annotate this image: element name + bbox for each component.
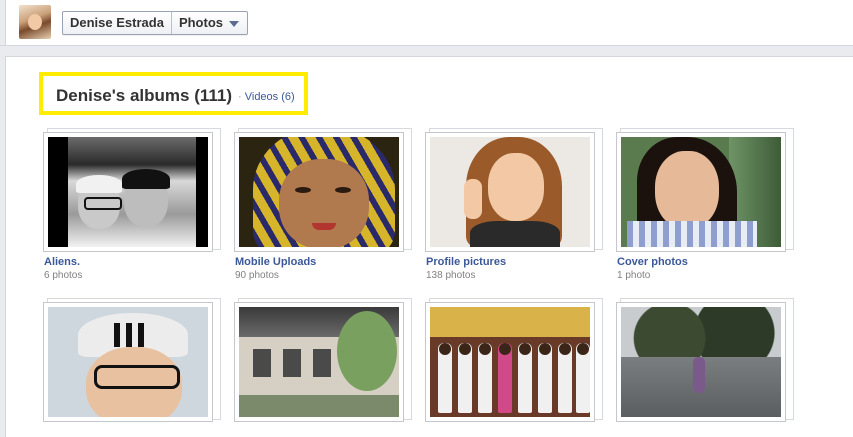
avatar-face xyxy=(28,14,42,30)
album-cover[interactable] xyxy=(425,132,595,252)
album-cover-photo xyxy=(621,307,781,417)
album-photo-count: 138 photos xyxy=(426,270,476,281)
videos-link[interactable]: Videos (6) xyxy=(245,91,295,103)
album-title[interactable]: Aliens. xyxy=(44,256,80,268)
album-photo-count: 90 photos xyxy=(235,270,279,281)
album-cover-photo xyxy=(430,137,590,247)
album-cover[interactable] xyxy=(616,132,786,252)
profile-avatar[interactable] xyxy=(19,5,51,39)
album-photo-count: 6 photos xyxy=(44,270,83,281)
album-tile-row2-2[interactable] xyxy=(234,298,414,422)
album-cover[interactable] xyxy=(43,302,213,422)
album-title[interactable]: Cover photos xyxy=(617,256,688,268)
photos-dropdown-button[interactable]: Photos xyxy=(172,12,247,34)
album-cover-stack[interactable] xyxy=(616,128,794,252)
album-cover[interactable] xyxy=(234,302,404,422)
album-title[interactable]: Profile pictures xyxy=(426,256,506,268)
album-cover[interactable] xyxy=(425,302,595,422)
album-tile-cover-photos[interactable]: Cover photos 1 photo xyxy=(616,128,796,281)
album-cover[interactable] xyxy=(616,302,786,422)
album-cover-photo xyxy=(430,307,590,417)
album-cover-photo xyxy=(48,307,208,417)
album-cover-stack[interactable] xyxy=(425,128,603,252)
album-cover-stack[interactable] xyxy=(43,128,221,252)
album-cover-stack[interactable] xyxy=(234,128,412,252)
title-separator: · xyxy=(238,91,242,103)
album-tile-row2-3[interactable] xyxy=(425,298,605,422)
profile-name-button[interactable]: Denise Estrada xyxy=(63,12,171,34)
albums-title: Denise's albums (111) xyxy=(56,86,233,105)
breadcrumb: Denise Estrada Photos xyxy=(62,11,248,35)
album-cover[interactable] xyxy=(234,132,404,252)
album-tile-row2-1[interactable] xyxy=(43,298,223,422)
photos-dropdown-label: Photos xyxy=(178,15,223,30)
chevron-down-icon xyxy=(229,20,239,27)
album-cover-photo xyxy=(239,307,399,417)
album-cover-stack[interactable] xyxy=(425,298,603,422)
album-tile-row2-4[interactable] xyxy=(616,298,796,422)
top-header-bar: Denise Estrada Photos xyxy=(0,0,853,46)
album-cover-photo xyxy=(239,137,399,247)
album-cover-stack[interactable] xyxy=(616,298,794,422)
album-photo-count: 1 photo xyxy=(617,270,651,281)
album-cover[interactable] xyxy=(43,132,213,252)
album-cover-photo xyxy=(621,137,781,247)
album-tile-aliens[interactable]: Aliens. 6 photos xyxy=(43,128,223,281)
album-cover-stack[interactable] xyxy=(43,298,221,422)
header-left-edge xyxy=(0,0,6,45)
album-tile-profile-pictures[interactable]: Profile pictures 138 photos xyxy=(425,128,605,281)
album-cover-stack[interactable] xyxy=(234,298,412,422)
album-title[interactable]: Mobile Uploads xyxy=(235,256,316,268)
album-cover-photo xyxy=(48,137,208,247)
videos-link-wrap: · Videos (6) xyxy=(238,91,295,103)
album-tile-mobile-uploads[interactable]: Mobile Uploads 90 photos xyxy=(234,128,414,281)
